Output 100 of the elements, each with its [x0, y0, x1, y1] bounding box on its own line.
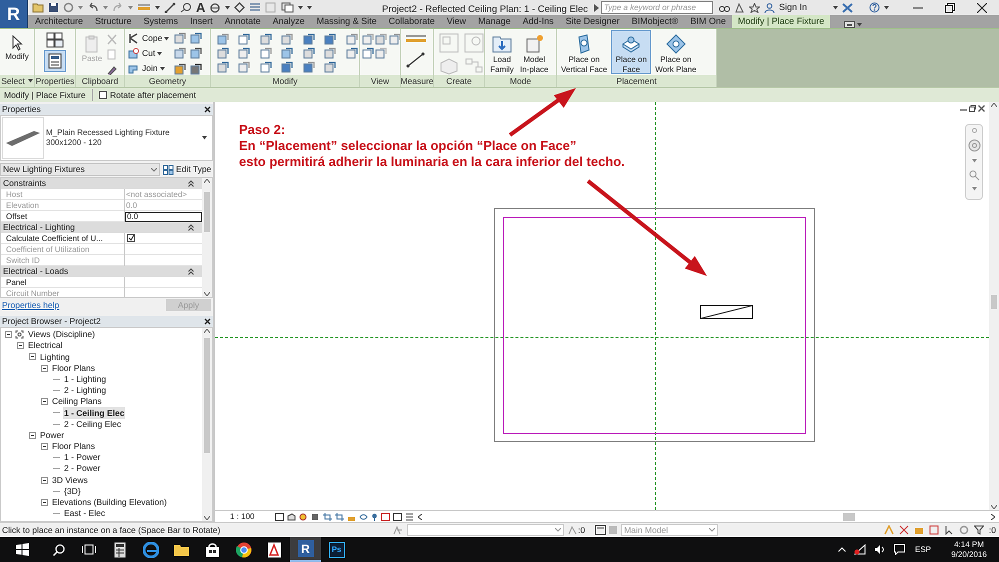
collapse-icon[interactable]	[41, 498, 48, 506]
hide-icon[interactable]	[359, 512, 368, 520]
collapse-icon[interactable]	[5, 331, 12, 338]
restore-icon[interactable]	[969, 105, 976, 112]
show-crop-icon[interactable]	[335, 512, 344, 520]
tree-item[interactable]: Lighting	[39, 350, 71, 364]
caret-icon[interactable]	[160, 66, 165, 70]
panel-toggle-icon[interactable]	[844, 21, 856, 28]
instance-filter-dropdown[interactable]: New Lighting Fixtures	[0, 163, 160, 176]
collapse-icon[interactable]	[41, 364, 48, 372]
collapse-group-icon[interactable]	[188, 268, 194, 275]
expand-search-icon[interactable]	[594, 4, 599, 12]
ribbon-button[interactable]: Model In-place	[518, 30, 550, 74]
collapse-group-icon[interactable]	[188, 180, 194, 187]
network-icon[interactable]	[854, 544, 866, 555]
scrollbar-thumb[interactable]	[991, 295, 997, 309]
undo-icon[interactable]	[87, 2, 99, 13]
dimension-icon[interactable]	[137, 2, 151, 13]
ribbon-tab[interactable]: Site Designer	[560, 15, 626, 28]
view-scale[interactable]: 1 : 100	[215, 510, 275, 522]
caret-icon[interactable]	[28, 79, 33, 83]
caret-icon[interactable]	[164, 36, 170, 40]
taskbar-app[interactable]: R	[290, 537, 321, 562]
scroll-down-icon[interactable]	[204, 292, 210, 296]
collapse-icon[interactable]	[29, 432, 36, 439]
input-language[interactable]: ESP	[914, 544, 931, 556]
taskbar-app[interactable]: Ps	[321, 537, 352, 562]
ribbon-tab[interactable]: Add-Ins	[516, 15, 560, 28]
tree-item[interactable]: Views (Discipline)	[27, 328, 96, 341]
scroll-up-icon[interactable]	[204, 329, 210, 333]
tree-item[interactable]: 2 - Ceiling Elec	[63, 418, 122, 430]
rotate-checkbox[interactable]: Rotate after placement	[93, 88, 196, 102]
tree-item[interactable]: Elevations (Building Elevation)	[51, 496, 168, 509]
open-folder-icon[interactable]	[32, 2, 44, 13]
switch-windows-icon[interactable]	[281, 2, 294, 13]
chevron-down-icon[interactable]	[151, 168, 157, 172]
ribbon-tab[interactable]: Modify | Place Fixture	[732, 15, 830, 28]
ribbon-tab[interactable]: Collaborate	[382, 15, 441, 28]
caret-icon[interactable]	[884, 6, 889, 10]
ribbon-tab[interactable]: Architecture	[29, 15, 90, 28]
crop-view-icon[interactable]	[323, 512, 332, 520]
tree-item[interactable]: Floor Plans	[51, 362, 96, 375]
tree-item[interactable]: 3D Views	[51, 474, 89, 486]
group-header[interactable]: Constraints	[1, 178, 202, 189]
collapse-icon[interactable]	[41, 398, 48, 406]
ribbon-tab[interactable]: Structure	[89, 15, 138, 28]
tree-item[interactable]: 2 - Lighting	[63, 384, 108, 397]
collapse-icon[interactable]	[29, 353, 36, 360]
ribbon-tab[interactable]: Manage	[472, 15, 517, 28]
scroll-down-icon[interactable]	[991, 505, 997, 509]
scroll-up-icon[interactable]	[204, 179, 210, 183]
horizontal-scrollbar[interactable]	[418, 512, 995, 522]
filter-icon[interactable]	[974, 525, 984, 535]
parameter-input[interactable]: 0.0	[125, 212, 202, 222]
tool-icon[interactable]	[190, 62, 202, 75]
tool-icon[interactable]	[260, 61, 272, 73]
collapse-icon[interactable]	[17, 342, 24, 350]
caret-icon[interactable]	[157, 52, 162, 56]
tool-icon[interactable]	[362, 47, 374, 59]
ribbon-tab[interactable]: Massing & Site	[310, 15, 383, 28]
chevron-up-icon[interactable]	[838, 547, 846, 552]
tree-item[interactable]: {3D}	[63, 484, 82, 498]
tree-item[interactable]: 2 - Power	[63, 462, 102, 476]
tree-item[interactable]: Electrical	[27, 339, 64, 352]
caret-icon[interactable]	[833, 6, 838, 10]
edit-type-button[interactable]: Edit Type	[163, 163, 212, 176]
tool-icon[interactable]	[174, 62, 186, 75]
ribbon-button[interactable]: Place on Work Plane	[653, 30, 698, 74]
tree-item[interactable]: 1 - Power	[63, 451, 102, 464]
aligned-dimension-icon[interactable]	[164, 2, 176, 13]
restore-icon[interactable]	[945, 2, 955, 12]
type-selector[interactable]: M_Plain Recessed Lighting Fixture 300x1200 - 120	[0, 115, 213, 161]
tool-icon[interactable]	[190, 47, 202, 60]
measure-distance-icon[interactable]	[405, 34, 427, 44]
group-header[interactable]: Electrical - Lighting	[1, 222, 202, 233]
ribbon-button[interactable]: Load Family	[487, 30, 517, 74]
tree-item[interactable]: Power	[39, 428, 66, 442]
tree-item[interactable]: 1 - Ceiling Elec	[63, 406, 126, 420]
scrollbar[interactable]	[202, 328, 212, 521]
tree-item[interactable]: Ceiling Plans	[51, 395, 103, 408]
notification-icon[interactable]	[894, 544, 905, 555]
ribbon-button[interactable]: Cut	[128, 47, 168, 60]
scroll-down-icon[interactable]	[204, 516, 210, 520]
scroll-up-icon[interactable]	[991, 103, 997, 107]
ribbon-tab[interactable]: BIMobject®	[626, 15, 684, 28]
ribbon-tab[interactable]: View	[440, 15, 472, 28]
collapse-icon[interactable]	[41, 442, 48, 450]
caret-icon[interactable]	[155, 6, 160, 10]
scrollbar[interactable]	[202, 178, 212, 297]
collapse-icon[interactable]	[41, 476, 48, 484]
chevron-down-icon[interactable]	[555, 528, 561, 532]
help-icon[interactable]	[869, 2, 880, 13]
pin-icon[interactable]	[371, 512, 378, 520]
caret-icon[interactable]	[225, 6, 230, 10]
volume-icon[interactable]	[874, 544, 886, 555]
group-header[interactable]: Electrical - Loads	[1, 266, 202, 277]
save-icon[interactable]	[48, 2, 59, 13]
clock[interactable]: 4:14 PM 9/20/2016	[945, 540, 993, 560]
chevron-down-icon[interactable]	[709, 528, 716, 532]
scrollbar-thumb[interactable]	[204, 192, 210, 232]
